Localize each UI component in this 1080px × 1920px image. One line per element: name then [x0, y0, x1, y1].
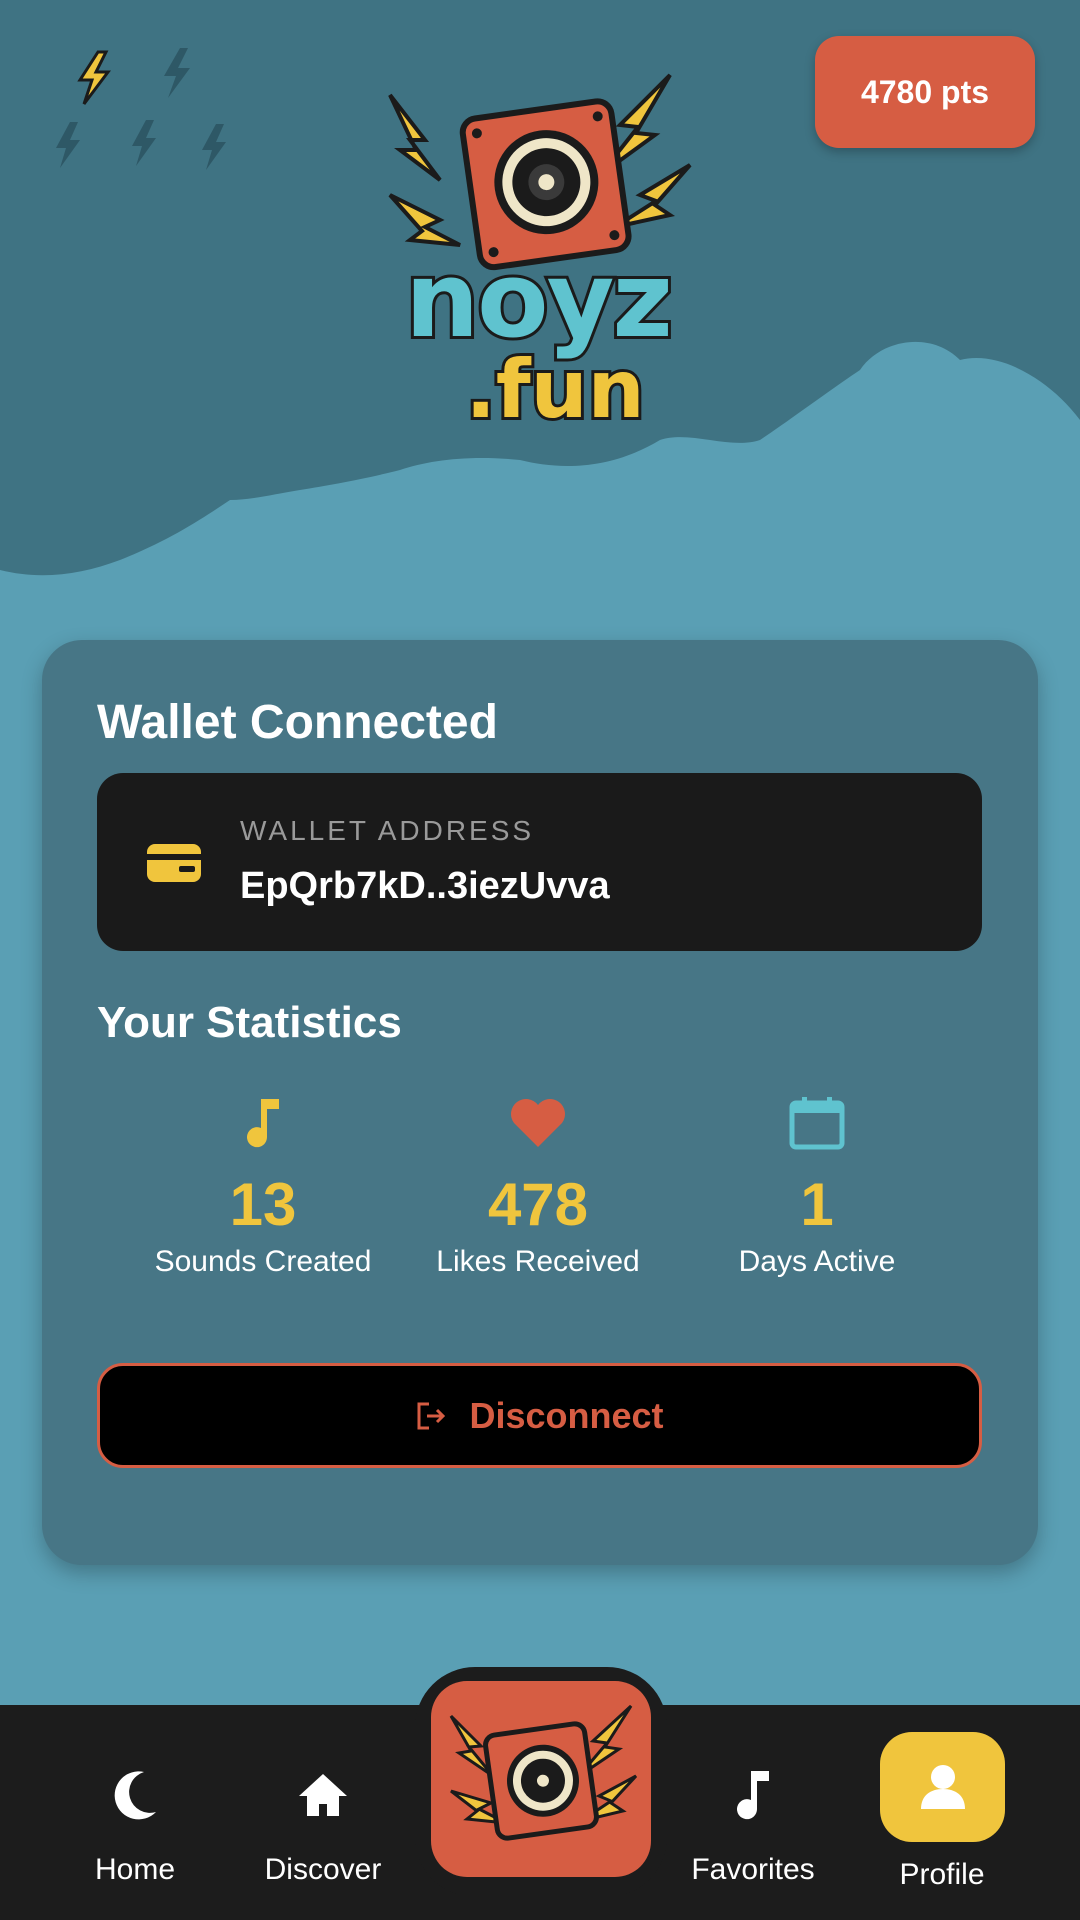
- center-button-frame: [415, 1667, 667, 1897]
- speaker-logo-icon: [449, 1704, 638, 1841]
- statistics-title: Your Statistics: [97, 998, 402, 1047]
- music-note-icon: [737, 1771, 769, 1820]
- nav-label: Home: [94, 1853, 176, 1886]
- logo-subtext: .fun: [462, 343, 647, 436]
- nav-label: Profile: [899, 1858, 985, 1891]
- stat-value: 478: [487, 1171, 589, 1238]
- wallet-title: Wallet Connected: [97, 696, 498, 749]
- heart-icon: [511, 1099, 565, 1147]
- stat-sounds-created: 13 Sounds Created: [113, 1095, 413, 1279]
- wallet-address-box[interactable]: WALLET ADDRESS EpQrb7kD..3iezUvva: [97, 773, 982, 951]
- nav-item-home[interactable]: Home: [45, 1755, 225, 1887]
- moon-icon: [114, 1771, 156, 1820]
- points-text: 4780 pts: [860, 73, 990, 110]
- disconnect-label: Disconnect: [469, 1394, 664, 1436]
- logout-icon: [417, 1402, 446, 1429]
- nav-item-discover[interactable]: Discover: [233, 1755, 413, 1887]
- nav-item-favorites[interactable]: Favorites: [663, 1755, 843, 1887]
- stat-value: 13: [229, 1171, 297, 1238]
- logo-wordmark: noyz: [402, 239, 676, 361]
- nav-item-profile[interactable]: [880, 1732, 1005, 1842]
- nav-label: Favorites: [691, 1853, 815, 1886]
- stat-label: Days Active: [738, 1245, 896, 1278]
- stat-label: Likes Received: [436, 1245, 640, 1278]
- wallet-icon: [147, 844, 201, 882]
- disconnect-button[interactable]: Disconnect: [97, 1363, 982, 1468]
- lightning-bolts-decoration: [56, 48, 226, 170]
- points-badge[interactable]: 4780 pts: [815, 36, 1035, 148]
- wallet-card: Wallet Connected WALLET ADDRESS EpQrb7kD…: [42, 640, 1038, 1565]
- stat-likes-received: 478 Likes Received: [388, 1095, 688, 1279]
- music-note-icon: [247, 1099, 279, 1148]
- create-sound-button[interactable]: [431, 1681, 651, 1877]
- calendar-icon: [789, 1097, 845, 1150]
- stat-days-active: 1 Days Active: [667, 1095, 967, 1279]
- stat-label: Sounds Created: [154, 1245, 372, 1278]
- nav-label: Discover: [264, 1853, 382, 1886]
- wallet-address-value: EpQrb7kD..3iezUvva: [240, 865, 610, 907]
- house-icon: [299, 1774, 347, 1816]
- user-icon: [920, 1765, 965, 1809]
- stat-value: 1: [800, 1171, 834, 1238]
- wallet-address-label: WALLET ADDRESS: [240, 815, 535, 846]
